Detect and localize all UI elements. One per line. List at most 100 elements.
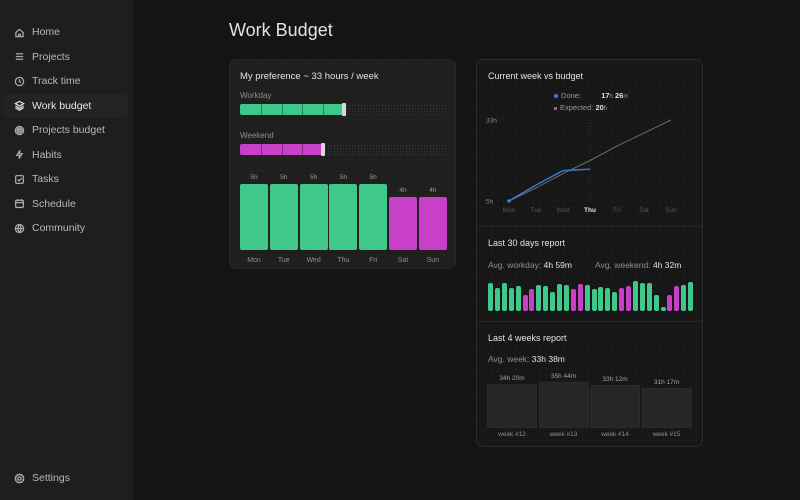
week-report-value: 35h 44m	[550, 373, 577, 380]
day-bar-value: 5h	[339, 174, 347, 181]
slider-tick	[261, 144, 262, 155]
day-bar-wed[interactable]	[299, 184, 328, 250]
gear-icon	[14, 472, 25, 484]
week-report-bar[interactable]	[538, 382, 589, 428]
home-icon	[14, 27, 25, 38]
layers-icon	[14, 100, 25, 112]
day-report-bar[interactable]	[494, 287, 500, 311]
day-bar-sat[interactable]	[389, 197, 417, 250]
day-report-bar[interactable]	[563, 285, 569, 311]
day-report-bar[interactable]	[570, 289, 576, 311]
week-report-value: 33h 12m	[602, 376, 628, 384]
day-report-bar[interactable]	[543, 285, 549, 311]
weekend-slider[interactable]	[240, 143, 447, 156]
day-report-bar[interactable]	[584, 284, 590, 311]
day-report-bar[interactable]	[522, 294, 528, 311]
avg-weekend: Avg. weekend: 4h 32m	[595, 260, 681, 270]
avg-weekend-label: Avg. weekend:	[595, 260, 651, 270]
day-report-bar[interactable]	[529, 288, 535, 311]
day-report-bar[interactable]	[619, 288, 625, 311]
day-bar-tue[interactable]	[269, 184, 298, 250]
sidebar-item-projects-budget[interactable]: Projects budget	[4, 118, 128, 143]
slider-tick	[302, 104, 303, 115]
sidebar-item-projects[interactable]: Projects	[4, 45, 128, 70]
x-tick-label: Sun	[665, 207, 677, 214]
day-report-bar[interactable]	[681, 285, 687, 311]
sidebar-item-label: Projects	[32, 50, 70, 63]
week-report-bar[interactable]	[590, 385, 640, 428]
sidebar-item-label: Work budget	[32, 99, 92, 112]
day-bar-value: 5h	[309, 174, 318, 181]
series-line-done	[508, 168, 591, 202]
sidebar-nav: Home Projects Track time Work budget Project…	[4, 20, 128, 241]
sidebar-item-settings[interactable]: Settings	[4, 466, 128, 491]
day-bar-fri[interactable]	[359, 184, 388, 250]
checkbox-icon	[14, 174, 25, 185]
day-bar-label: Fri	[369, 257, 378, 264]
day-bar-label: Thu	[337, 257, 350, 264]
day-report-bar[interactable]	[508, 287, 514, 311]
last4-bars: 34h 20m week #12 35h 44m week #13 33h 12m wee…	[487, 370, 694, 440]
day-report-bar[interactable]	[536, 285, 542, 311]
day-report-bar[interactable]	[612, 292, 618, 311]
day-report-bar[interactable]	[688, 281, 694, 311]
avg-workday-value: 4h 59m	[543, 260, 572, 270]
day-bar-label: Mon	[247, 257, 261, 264]
sidebar-item-community[interactable]: Community	[4, 216, 128, 241]
day-bar-value: 5h	[250, 174, 258, 181]
weekend-slider-handle[interactable]	[321, 143, 325, 156]
workday-slider-fill	[240, 104, 344, 115]
day-report-bar[interactable]	[515, 285, 521, 311]
day-report-bar[interactable]	[557, 284, 562, 311]
sidebar-item-label: Tasks	[32, 173, 59, 186]
day-report-bar[interactable]	[660, 306, 666, 311]
slider-tick	[302, 144, 303, 155]
day-bar-value: 5h	[280, 174, 288, 181]
day-report-bar[interactable]	[667, 294, 673, 311]
sidebar-item-tasks[interactable]: Tasks	[4, 167, 128, 192]
avg-workday: Avg. workday: 4h 59m	[488, 260, 572, 270]
day-report-bar[interactable]	[591, 289, 597, 311]
day-report-bar[interactable]	[626, 286, 631, 311]
sidebar-item-schedule[interactable]: Schedule	[4, 192, 128, 217]
preference-card: My preference ~ 33 hours / week Workday …	[229, 59, 456, 269]
week-report-value: 31h 17m	[653, 378, 680, 386]
week-report-label: week #15	[652, 431, 681, 438]
avg-week-label: Avg. week:	[488, 354, 530, 364]
start-point	[507, 199, 511, 203]
day-bar-thu[interactable]	[329, 184, 358, 250]
day-bar-value: 4h	[399, 187, 407, 195]
slider-tick	[261, 104, 262, 115]
calendar-icon	[14, 198, 25, 209]
last4-section: Last 4 weeks report Avg. week: 33h 38m 3…	[477, 322, 702, 446]
sidebar-item-label: Projects budget	[32, 124, 105, 137]
day-report-bar[interactable]	[598, 287, 604, 311]
x-tick-label: Mon	[503, 207, 516, 214]
day-report-bar[interactable]	[632, 281, 638, 311]
week-report-bar[interactable]	[487, 383, 537, 428]
sidebar-item-work-budget[interactable]: Work budget	[4, 93, 128, 118]
last30-bars	[487, 277, 694, 311]
week-report-bar[interactable]	[641, 387, 692, 428]
day-report-bar[interactable]	[577, 284, 583, 311]
bolt-icon	[14, 149, 25, 160]
day-bar-sun[interactable]	[418, 197, 447, 250]
sidebar-item-home[interactable]: Home	[4, 20, 128, 45]
day-report-bar[interactable]	[674, 285, 680, 311]
sidebar-item-habits[interactable]: Habits	[4, 143, 128, 168]
day-report-bar[interactable]	[646, 282, 652, 311]
workday-slider-handle[interactable]	[342, 103, 346, 116]
x-tick-label: Sat	[639, 207, 649, 214]
day-report-bar[interactable]	[501, 283, 507, 311]
day-report-bar[interactable]	[488, 283, 493, 311]
day-report-bar[interactable]	[605, 288, 611, 311]
day-report-bar[interactable]	[550, 292, 556, 311]
day-report-bar[interactable]	[653, 295, 659, 311]
last30-title: Last 30 days report	[488, 238, 566, 248]
workday-slider[interactable]	[240, 103, 447, 116]
day-bar-mon[interactable]	[240, 184, 268, 250]
sidebar-item-track-time[interactable]: Track time	[4, 69, 128, 94]
globe-icon	[14, 223, 25, 234]
sidebar-item-label: Habits	[32, 148, 62, 161]
day-report-bar[interactable]	[639, 282, 645, 311]
